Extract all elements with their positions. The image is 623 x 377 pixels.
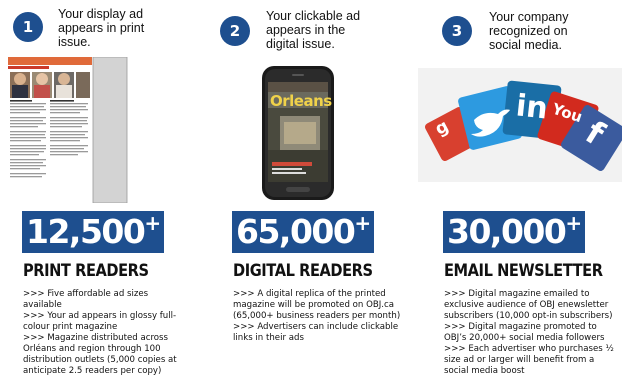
step-1-number-badge: 1 xyxy=(13,12,43,42)
step-2-text: Your clickable ad appears in the digital… xyxy=(266,9,361,51)
email-newsletter-count: 30,000+ xyxy=(443,211,585,253)
print-readers-bullets: >>> Five affordable ad sizes available >… xyxy=(23,289,188,377)
bullet-item: >>> Each advertiser who purchases ½ size… xyxy=(444,344,614,376)
print-readers-label: PRINT READERS xyxy=(23,261,149,281)
linkedin-icon: in xyxy=(514,88,550,127)
email-newsletter-bullets: >>> Digital magazine emailed to exclusiv… xyxy=(444,289,614,377)
bullet-item: >>> Your ad appears in glossy full-colou… xyxy=(23,311,177,332)
phone-screen-title: Orleans xyxy=(270,92,332,110)
bullet-item: >>> Magazine distributed across Orléans … xyxy=(23,333,177,376)
digital-readers-count: 65,000+ xyxy=(232,211,374,253)
phone-digital-issue-image: Orleans xyxy=(262,66,334,200)
social-media-icons-image: g in You f xyxy=(418,68,622,182)
bullet-item: >>> Five affordable ad sizes available xyxy=(23,289,149,310)
step-2-number-badge: 2 xyxy=(220,16,250,46)
bullet-item: >>> Advertisers can include clickable li… xyxy=(233,322,399,343)
email-newsletter-label: EMAIL NEWSLETTER xyxy=(444,261,603,281)
print-readers-count: 12,500+ xyxy=(22,211,164,253)
bullet-item: >>> A digital replica of the printed mag… xyxy=(233,289,401,321)
print-magazine-spread-image xyxy=(8,56,128,204)
step-1-text: Your display ad appears in print issue. xyxy=(58,7,145,49)
bullet-item: >>> Digital magazine promoted to OBJ’s 2… xyxy=(444,322,605,343)
digital-readers-label: DIGITAL READERS xyxy=(233,261,373,281)
bullet-item: >>> Digital magazine emailed to exclusiv… xyxy=(444,289,613,321)
digital-readers-bullets: >>> A digital replica of the printed mag… xyxy=(233,289,403,344)
twitter-icon xyxy=(418,68,419,69)
step-3-text: Your company recognized on social media. xyxy=(489,10,569,52)
step-3-number-badge: 3 xyxy=(442,16,472,46)
